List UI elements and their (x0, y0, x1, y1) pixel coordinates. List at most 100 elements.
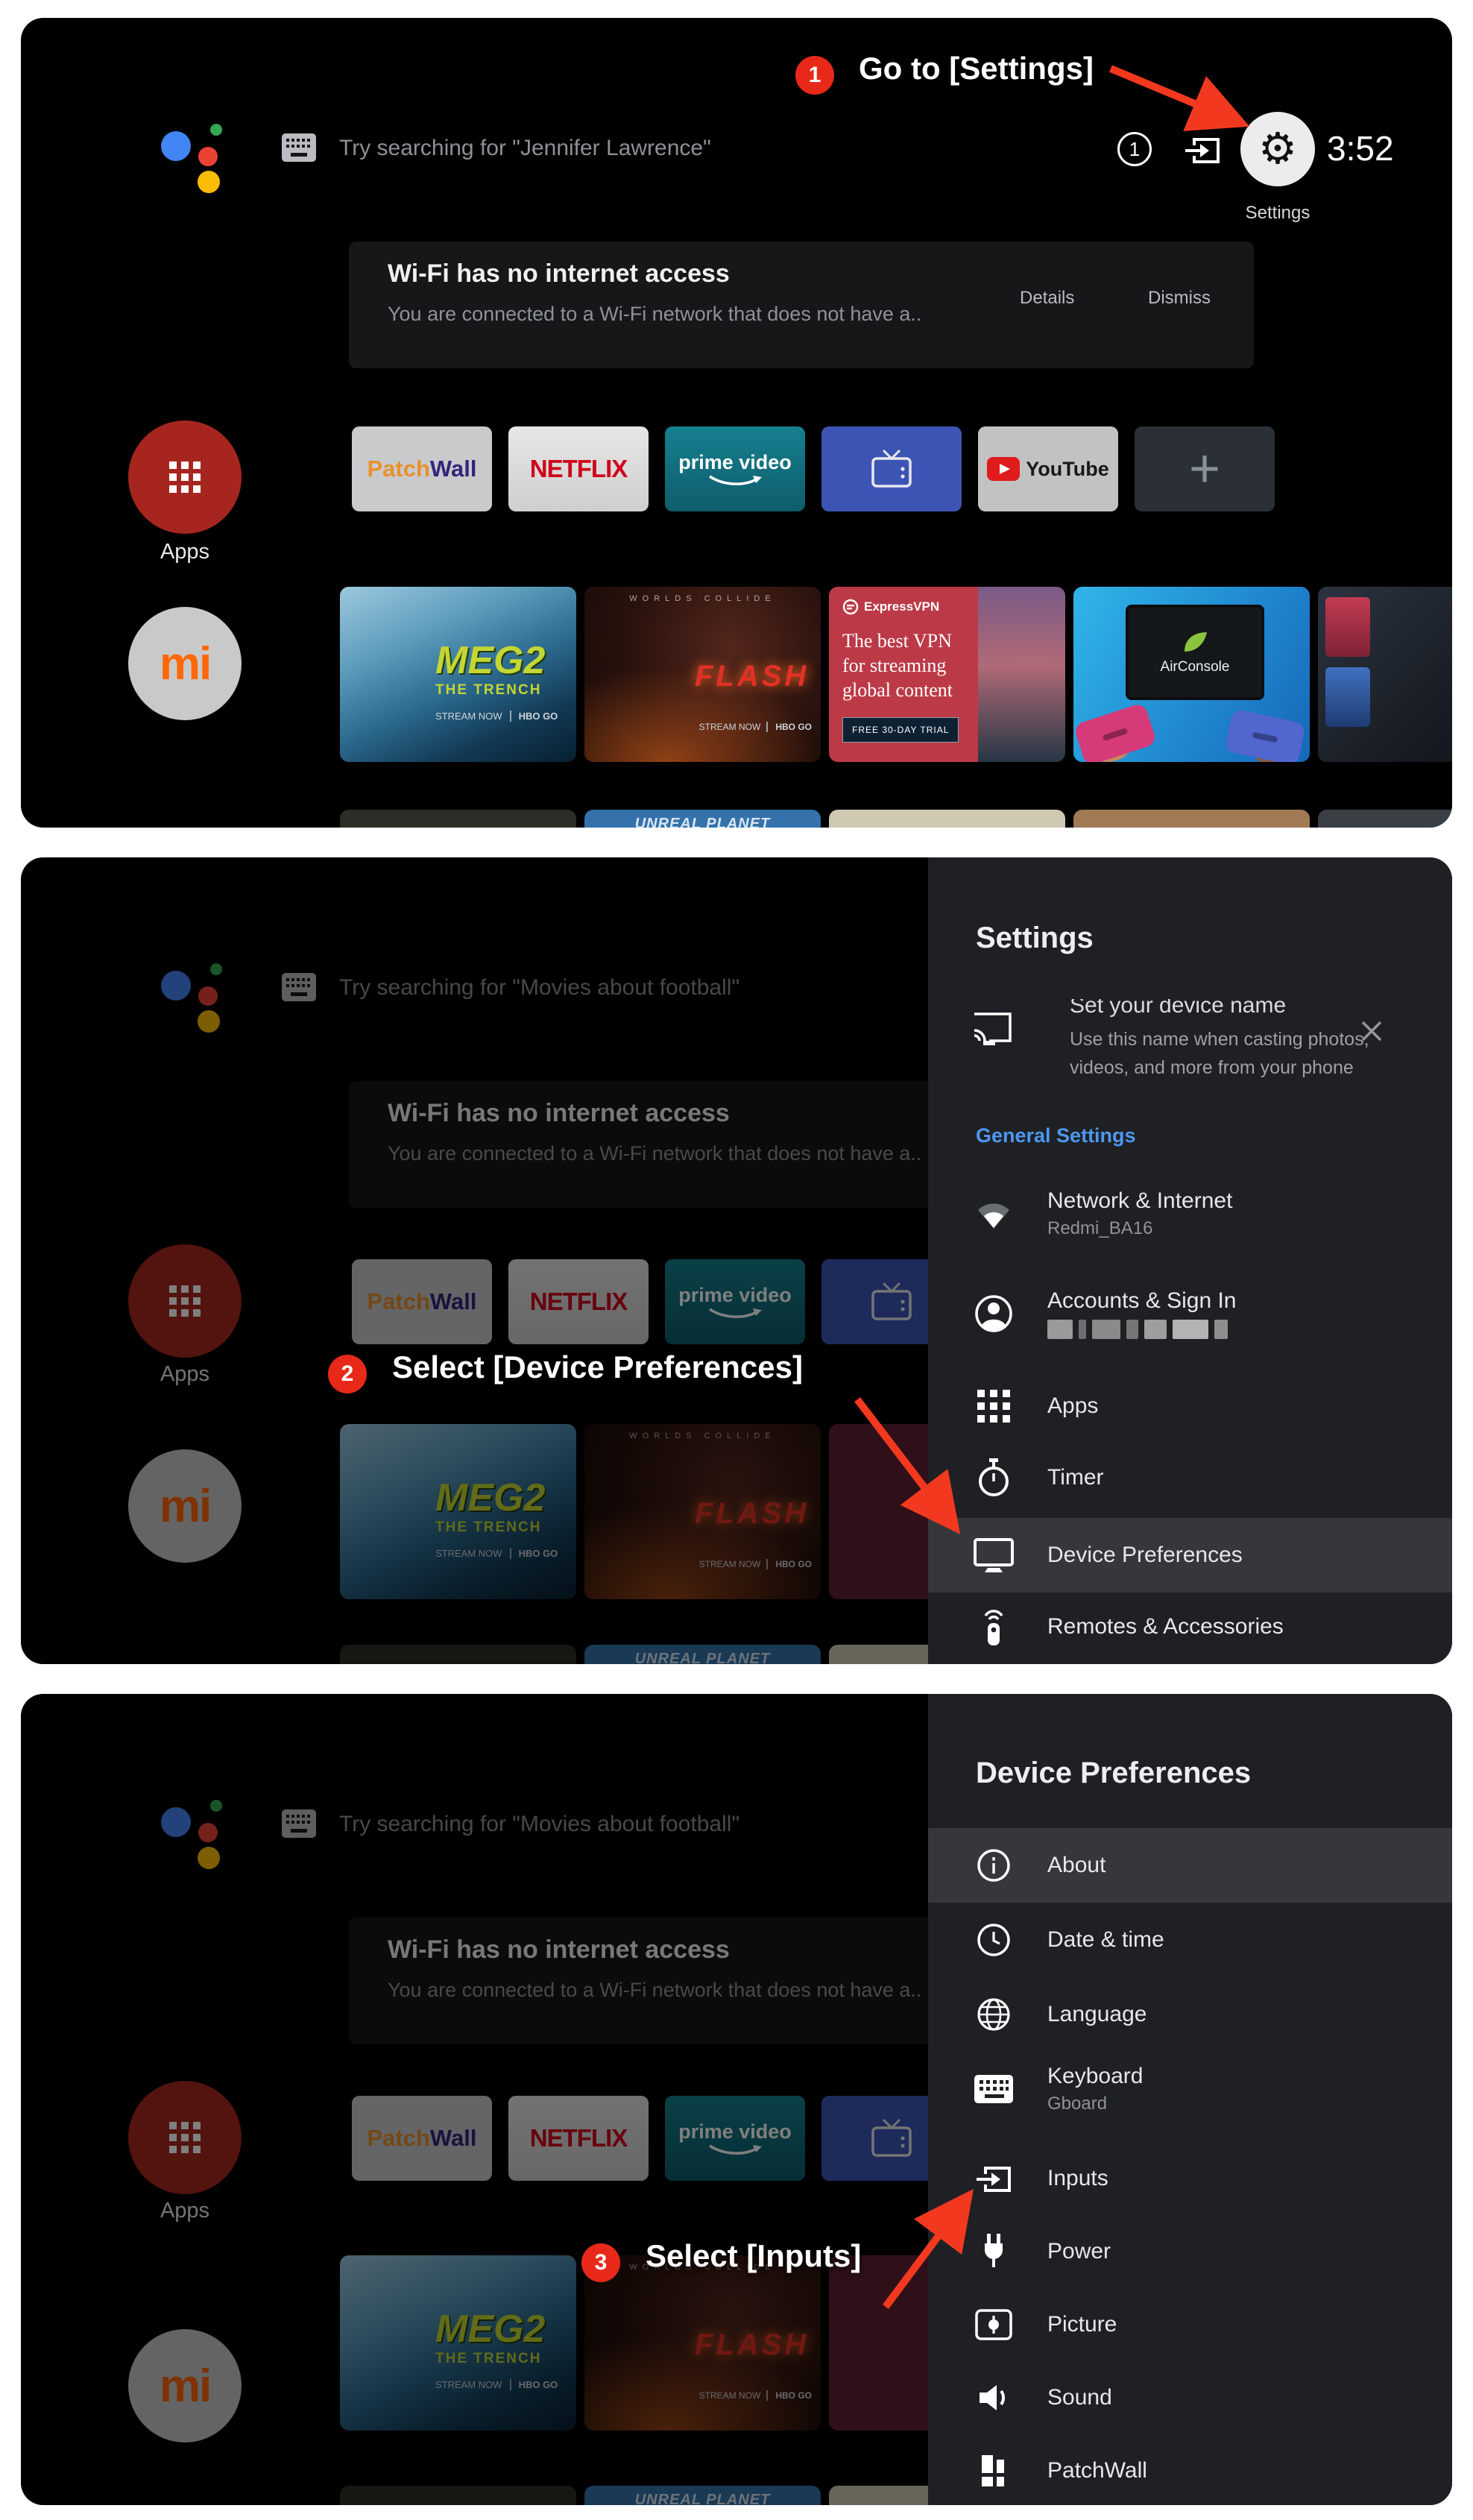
wifi-icon (970, 1198, 1018, 1229)
airconsole-label: AirConsole (1161, 659, 1230, 675)
settings-gear-button[interactable]: ⚙ (1240, 112, 1315, 186)
item-label: Picture (1047, 2312, 1117, 2337)
tv-icon (867, 449, 916, 489)
devpref-item-keyboard[interactable]: KeyboardGboard (928, 2052, 1452, 2126)
keyboard-search-icon[interactable] (282, 133, 316, 162)
next-row-card[interactable] (340, 810, 576, 828)
vpn-trial-button[interactable]: FREE 30-DAY TRIAL (842, 717, 959, 743)
step-label-2: Select [Device Preferences] (392, 1349, 803, 1385)
expressvpn-logo-icon (842, 599, 859, 615)
clock-icon (970, 1923, 1018, 1957)
settings-item-device-preferences[interactable]: Device Preferences (928, 1518, 1452, 1593)
picture-settings-icon (970, 2309, 1018, 2340)
settings-gear-label: Settings (1233, 203, 1322, 224)
poster-meg2[interactable]: MEG2 THE TRENCH STREAM NOWHBO GO (340, 587, 576, 762)
expressvpn-brand: ExpressVPN (864, 599, 939, 614)
close-icon[interactable] (1359, 1018, 1384, 1044)
app-tile-prime-video[interactable]: prime video (665, 426, 805, 511)
app-tile-netflix[interactable]: NETFLIX (508, 426, 649, 511)
device-name-card-title: Set your device name (1070, 999, 1286, 1018)
devpref-item-picture[interactable]: Picture (928, 2287, 1452, 2362)
gamepad-pink (1073, 702, 1158, 762)
item-label: PatchWall (1047, 2458, 1147, 2483)
sound-speaker-icon (970, 2382, 1018, 2413)
airconsole-leaf-icon (1180, 629, 1210, 655)
stream-now-tag: STREAM NOW (699, 722, 761, 732)
item-label: Device Preferences (1047, 1543, 1243, 1568)
hbo-go-brand: HBO GO (766, 722, 812, 732)
airconsole-tv: AirConsole (1126, 605, 1264, 700)
apps-launcher-button[interactable] (128, 420, 242, 534)
monitor-icon (970, 1538, 1018, 1572)
item-label: Inputs (1047, 2166, 1108, 2191)
stream-now-tag: STREAM NOW (435, 711, 502, 722)
settings-item-accounts-sign-in[interactable]: Accounts & Sign In (928, 1276, 1452, 1351)
wifi-dismiss-button[interactable]: Dismiss (1148, 288, 1211, 309)
settings-item-apps[interactable]: Apps (928, 1369, 1452, 1443)
remote-icon (970, 1607, 1018, 1647)
poster-partial[interactable] (1318, 587, 1452, 762)
item-label: Power (1047, 2239, 1111, 2264)
devpref-item-sound[interactable]: Sound (928, 2360, 1452, 2435)
devpref-item-about[interactable]: About (928, 1828, 1452, 1903)
inputs-topbar-icon[interactable] (1184, 133, 1221, 166)
patchwall-logo-a: Patch (368, 456, 430, 482)
patchwall-mi-button[interactable]: mi (128, 607, 242, 720)
meg2-subtitle: THE TRENCH (435, 682, 558, 699)
devpref-item-patchwall[interactable]: PatchWall (928, 2434, 1452, 2505)
next-row-card[interactable] (829, 810, 1065, 828)
patchwall-logo-b: Wall (430, 456, 477, 482)
flash-title: FLASH (695, 660, 809, 693)
power-plug-icon (970, 2233, 1018, 2270)
poster-expressvpn[interactable]: ExpressVPN The best VPN for streaming gl… (829, 587, 1065, 762)
next-row-card[interactable] (1073, 810, 1310, 828)
app-tile-patchwall[interactable]: PatchWall (352, 426, 492, 511)
wifi-details-button[interactable]: Details (1020, 288, 1074, 309)
item-label: Remotes & Accessories (1047, 1614, 1284, 1639)
unreal-planet-title: UNREAL PLANET (635, 810, 771, 828)
notification-count-icon[interactable]: 1 (1117, 132, 1152, 166)
sidebar-title: Settings (976, 922, 1094, 955)
poster-flash[interactable]: WORLDS COLLIDE FLASH STREAM NOW HBO GO (584, 587, 821, 762)
flash-topline: WORLDS COLLIDE (584, 594, 821, 603)
step-label-1: Go to [Settings] (859, 51, 1094, 86)
info-icon (970, 1848, 1018, 1883)
app-tile-youtube[interactable]: YouTube (978, 426, 1118, 511)
item-label: Keyboard (1047, 2064, 1143, 2089)
screenshot-settings: Try searching for "Movies about football… (21, 857, 1452, 1664)
next-row-card-unreal-planet[interactable]: UNREAL PLANET (584, 810, 821, 828)
prime-smile-icon (707, 474, 763, 488)
settings-sidebar: Settings Set your device name Use this n… (928, 857, 1452, 1664)
poster-airconsole[interactable]: AirConsole (1073, 587, 1310, 762)
sidebar-title: Device Preferences (976, 1757, 1251, 1790)
item-sub: Redmi_BA16 (1047, 1218, 1232, 1239)
devpref-item-inputs[interactable]: Inputs (928, 2141, 1452, 2216)
wifi-card-title: Wi-Fi has no internet access (388, 259, 730, 289)
step-badge-3: 3 (581, 2243, 620, 2282)
settings-item-remotes-accessories[interactable]: Remotes & Accessories (928, 1590, 1452, 1664)
app-tile-add[interactable]: + (1135, 426, 1275, 511)
device-name-card-line1: Use this name when casting photos, (1070, 1029, 1369, 1050)
step-label-3: Select [Inputs] (646, 2238, 861, 2274)
item-label: Date & time (1047, 1927, 1164, 1953)
app-tile-mi-tv[interactable] (821, 426, 962, 511)
item-label: Apps (1047, 1393, 1098, 1419)
status-time: 3:52 (1327, 128, 1394, 168)
step-badge-1: 1 (795, 56, 834, 95)
devpref-item-language[interactable]: Language (928, 1977, 1452, 2052)
next-row-card[interactable] (1318, 810, 1452, 828)
timer-icon (970, 1458, 1018, 1497)
screenshot-home: 1 Go to [Settings] Try searching for "Je… (21, 18, 1452, 828)
devpref-item-date-time[interactable]: Date & time (928, 1903, 1452, 1977)
search-hint[interactable]: Try searching for "Jennifer Lawrence" (339, 136, 711, 161)
device-name-card-line2: videos, and more from your phone (1070, 1057, 1354, 1079)
patchwall-icon (970, 2455, 1018, 2486)
redacted-account-text (1047, 1320, 1236, 1339)
cast-icon (971, 1011, 1013, 1047)
devpref-item-power[interactable]: Power (928, 2214, 1452, 2289)
apps-grid-icon (970, 1390, 1018, 1423)
plus-icon: + (1189, 438, 1220, 500)
settings-item-network-internet[interactable]: Network & InternetRedmi_BA16 (928, 1176, 1452, 1251)
youtube-play-icon (987, 457, 1020, 481)
settings-item-timer[interactable]: Timer (928, 1440, 1452, 1515)
